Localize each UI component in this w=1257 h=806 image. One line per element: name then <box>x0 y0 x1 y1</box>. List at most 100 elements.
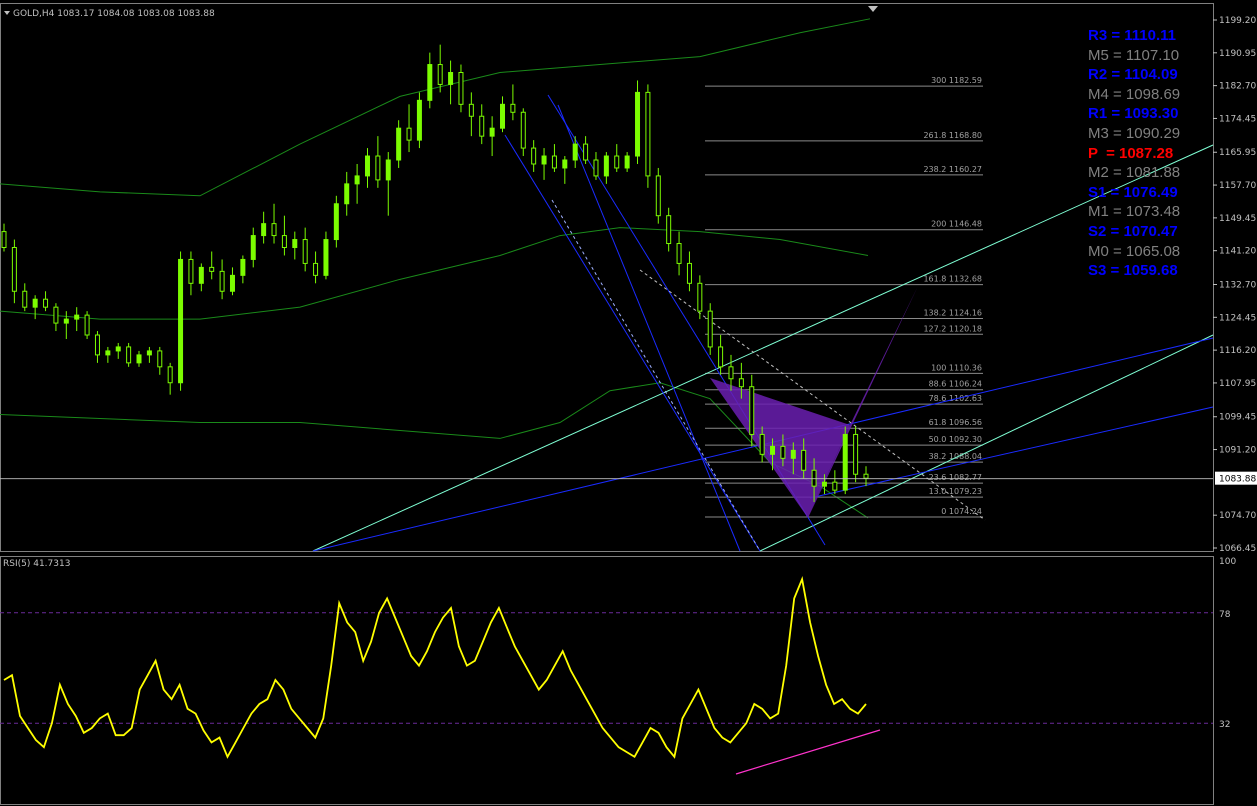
candle-body <box>94 334 100 356</box>
candle-body <box>562 159 568 169</box>
candle-body <box>271 223 277 237</box>
candle-body <box>666 215 672 245</box>
pivot-level-m5: M5 = 1107.10 <box>1088 46 1180 64</box>
candle-body <box>624 155 630 169</box>
candle-body <box>749 386 755 435</box>
candle-body <box>115 346 121 352</box>
candle-body <box>635 91 641 157</box>
candle-body <box>707 310 713 348</box>
candle-body <box>614 155 620 169</box>
pivot-level-m3: M3 = 1090.29 <box>1088 125 1181 142</box>
pivot-level-s3: S3 = 1059.68 <box>1088 262 1178 280</box>
rsi-trend-line <box>735 729 881 775</box>
middle-envelope-line <box>0 227 869 320</box>
candle-body <box>209 266 215 272</box>
candle-body <box>500 103 506 129</box>
upper-envelope-line <box>0 18 871 197</box>
price-tick-label: 1091.20 <box>1219 446 1256 456</box>
candle-body <box>344 183 350 205</box>
candle-body <box>178 258 184 384</box>
pivot-level-m4: M4 = 1098.69 <box>1088 85 1181 103</box>
candle-body <box>281 235 287 249</box>
price-tick-label: 1107.95 <box>1219 379 1256 389</box>
chart-canvas[interactable]: 1199.20 1190.95 1182.70 1174.45 1165.95 1157.… <box>0 0 1257 806</box>
candle-body <box>292 239 298 249</box>
pivot-level-s2: S2 = 1070.47 <box>1088 223 1178 240</box>
candle-body <box>541 155 547 165</box>
candle-body <box>448 72 454 85</box>
price-tick-label: 1132.70 <box>1219 280 1256 290</box>
candle-body <box>313 262 319 276</box>
fib-level-label: 0 1074.24 <box>941 507 982 516</box>
price-tick-label: 1190.95 <box>1219 49 1256 59</box>
candle-body <box>396 127 402 161</box>
candle-body <box>219 270 225 292</box>
rsi-panel-frame <box>0 556 1214 805</box>
candle-body <box>1 231 7 249</box>
candle-body <box>146 350 152 356</box>
chart-header: GOLD,H4 1083.17 1084.08 1083.08 1083.88 <box>13 9 215 19</box>
pivot-level-m0: M0 = 1065.08 <box>1088 242 1181 260</box>
candle-body <box>406 127 412 141</box>
candle-body <box>323 239 329 276</box>
rsi-line <box>3 576 867 759</box>
fib-level-label: 13.0 1079.23 <box>929 487 982 496</box>
fib-level-label: 100 1110.36 <box>931 363 982 372</box>
candle-body <box>479 115 485 137</box>
fib-level-label: 238.2 1160.27 <box>923 165 982 174</box>
fib-level-label: 23.6 1082.77 <box>929 473 982 482</box>
candle-body <box>842 433 848 491</box>
price-tick-label: 1174.45 <box>1219 114 1256 124</box>
candle-body <box>738 378 744 388</box>
pivot-level-m2: M2 = 1081.88 <box>1088 164 1181 182</box>
candle-body <box>333 203 339 241</box>
rsi-tick-label: 78 <box>1219 610 1231 620</box>
candle-body <box>136 354 142 364</box>
price-tick-label: 1074.70 <box>1219 511 1256 521</box>
rsi-title: RSI(5) 41.7313 <box>3 559 70 569</box>
candle-body <box>32 298 38 308</box>
price-tick-label: 1182.70 <box>1219 82 1256 92</box>
candle-body <box>105 350 111 356</box>
candle-body <box>458 72 464 105</box>
fib-level-label: 261.8 1168.80 <box>923 131 982 140</box>
price-tick-label: 1066.45 <box>1219 544 1256 554</box>
candle-body <box>759 433 765 455</box>
menu-triangle-icon <box>4 11 10 15</box>
candle-body <box>385 159 391 181</box>
candle-body <box>728 366 734 380</box>
candle-body <box>302 239 308 264</box>
candle-body <box>167 366 173 384</box>
pivot-level-s1: S1 = 1076.49 <box>1088 183 1178 201</box>
candle-body <box>437 64 443 85</box>
candle-body <box>468 103 474 117</box>
candle-body <box>63 318 69 324</box>
rsi-tick-label: 100 <box>1219 557 1236 567</box>
fib-level-label: 161.8 1132.68 <box>923 275 982 284</box>
fib-level-label: 61.8 1096.56 <box>929 418 982 427</box>
candle-body <box>229 274 235 292</box>
candle-body <box>821 481 827 487</box>
candle-body <box>198 266 204 284</box>
price-tick-label: 1099.45 <box>1219 413 1256 423</box>
pivot-level-r1: R1 = 1093.30 <box>1088 105 1179 123</box>
price-tick-label: 1157.70 <box>1219 181 1256 191</box>
candle-body <box>551 155 557 169</box>
price-tick-label: 1141.20 <box>1219 247 1256 257</box>
candle-body <box>375 155 381 181</box>
candle-body <box>801 449 807 471</box>
candle-body <box>240 258 246 276</box>
rising-channel-upper-line <box>312 144 1214 552</box>
candle-body <box>572 143 578 161</box>
price-tick-label: 1124.45 <box>1219 313 1256 323</box>
candle-body <box>853 433 859 475</box>
candle-body <box>603 155 609 177</box>
candle-body <box>583 143 589 161</box>
candle-body <box>250 235 256 260</box>
price-tick-label: 1199.20 <box>1219 16 1256 26</box>
candle-body <box>718 346 724 368</box>
scroll-marker-icon <box>868 6 878 12</box>
candle-body <box>157 350 163 368</box>
price-tick-label: 1116.20 <box>1219 346 1256 356</box>
rising-blue-line-lower <box>809 406 1214 499</box>
